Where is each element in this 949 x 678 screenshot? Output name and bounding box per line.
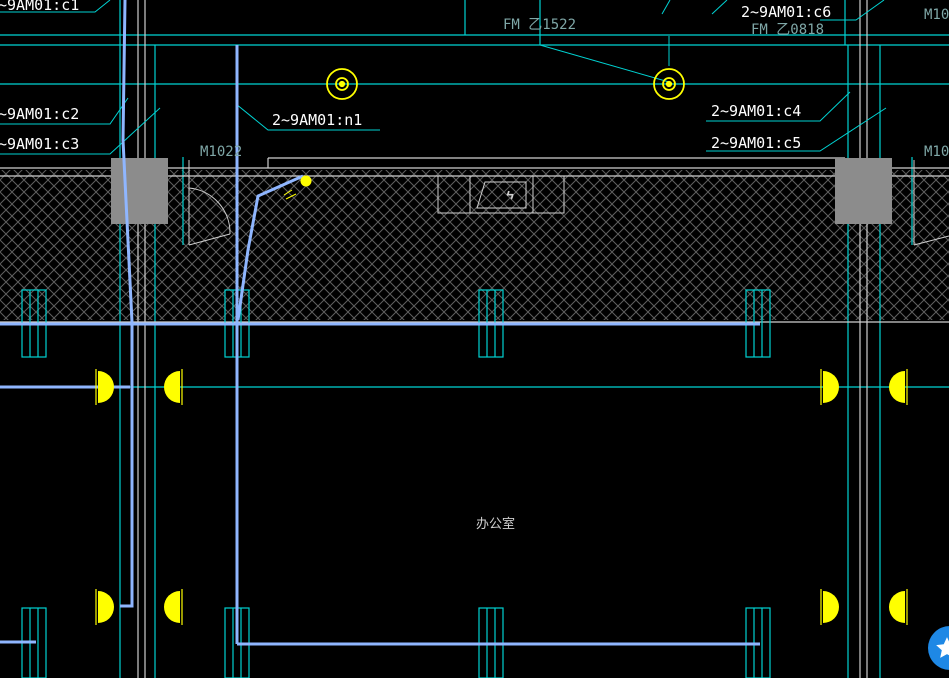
door-label-fm-overlap: FM 乙0818 — [751, 22, 824, 38]
door-label-m-right-b: M10 — [924, 144, 949, 160]
wall-lamp-icon — [98, 371, 114, 403]
junction-dot-icon — [300, 175, 312, 187]
star-icon — [936, 637, 949, 658]
circuit-label-c3[interactable]: ~9AM01:c3 — [0, 135, 79, 153]
wall-lamp-icon — [164, 371, 180, 403]
door-label-m-left: M1022 — [200, 144, 242, 160]
structural-column-left — [111, 158, 168, 224]
circuit-label-c5[interactable]: 2~9AM01:c5 — [711, 134, 801, 152]
door-label-fm-top: FM 乙1522 — [503, 17, 576, 33]
wall-lamp-icon — [889, 371, 905, 403]
circuit-label-c1[interactable]: ~9AM01:c1 — [0, 0, 79, 14]
wall-lamp-icon — [823, 591, 839, 623]
wall-lamp-icon — [889, 591, 905, 623]
circuit-label-c6[interactable]: 2~9AM01:c6 — [741, 3, 831, 21]
circuit-label-c4[interactable]: 2~9AM01:c4 — [711, 102, 801, 120]
door-label-m-right-a: M10 — [924, 7, 949, 23]
wall-lamp-icon — [98, 591, 114, 623]
wall-lamp-icon — [823, 371, 839, 403]
svg-text:ㄣ: ㄣ — [506, 191, 514, 200]
circuit-label-n1[interactable]: 2~9AM01:n1 — [272, 111, 362, 129]
structural-column-right — [835, 158, 892, 224]
cad-drawing-canvas[interactable]: ㄣ ~9AM01:c1 ~9AM01:c2 ~9AM01:c3 2~9AM01:… — [0, 0, 949, 678]
wall-lamp-icon — [164, 591, 180, 623]
room-name-label: 办公室 — [476, 516, 515, 532]
wall-lamp-stems — [95, 369, 908, 625]
wall-lines — [0, 0, 949, 678]
wall-lamps — [98, 371, 905, 623]
circuit-label-c2[interactable]: ~9AM01:c2 — [0, 105, 79, 123]
radiator-units — [21, 289, 771, 678]
wall-edge-lines — [0, 0, 949, 678]
